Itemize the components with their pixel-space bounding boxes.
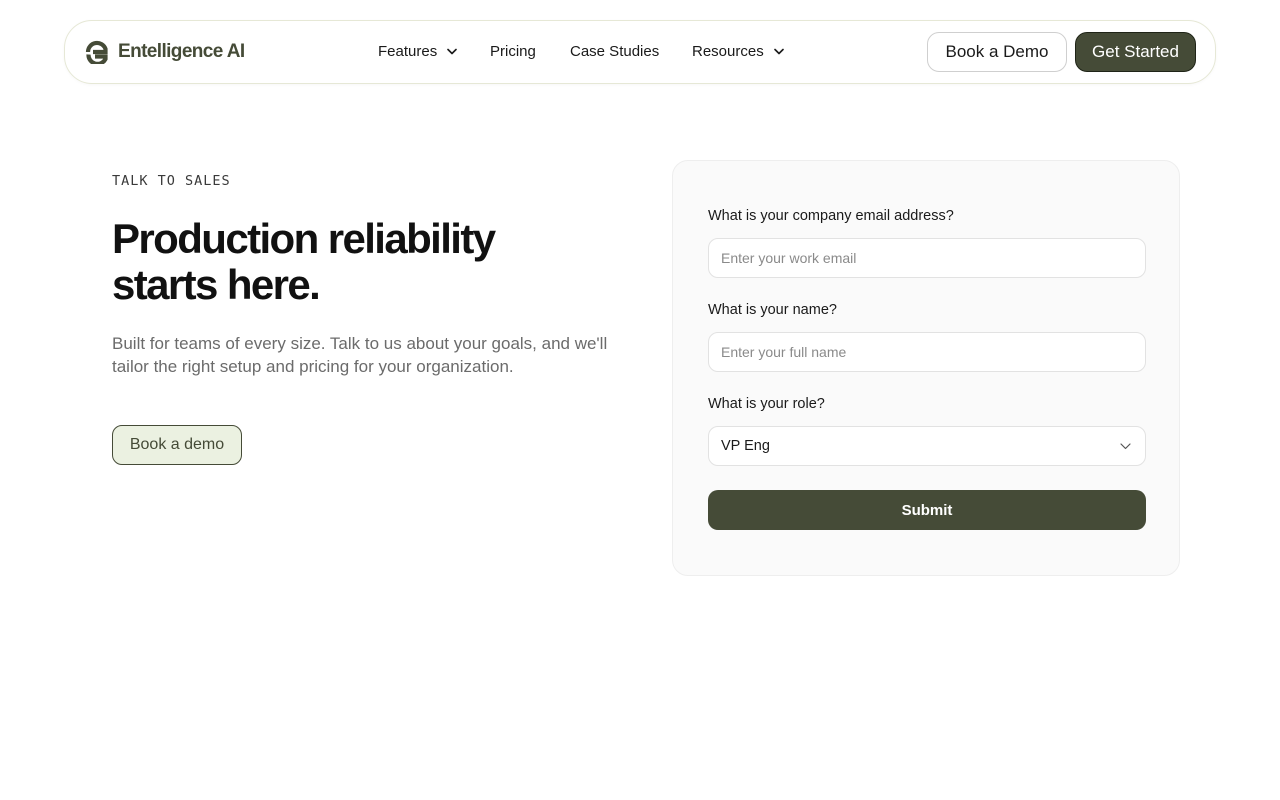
brand-logo[interactable]: Entelligence AI [85, 40, 245, 64]
nav-pricing[interactable]: Pricing [490, 43, 536, 60]
book-demo-button[interactable]: Book a Demo [927, 32, 1067, 72]
headline-line-2: starts here. [112, 261, 321, 308]
entelligence-logo-icon [85, 40, 108, 64]
nav-features[interactable]: Features [378, 43, 458, 60]
nav-pricing-label: Pricing [490, 43, 536, 60]
role-select[interactable]: VP Eng [708, 426, 1146, 466]
headline-line-1: Production reliability [112, 215, 496, 262]
sales-contact-form: What is your company email address? What… [672, 160, 1180, 576]
chevron-down-icon [447, 48, 458, 55]
nav-resources-label: Resources [692, 43, 764, 60]
nav-resources[interactable]: Resources [692, 43, 784, 60]
get-started-button[interactable]: Get Started [1075, 32, 1196, 72]
role-selected-value: VP Eng [721, 438, 770, 454]
nav-case-studies-label: Case Studies [570, 43, 660, 60]
book-a-demo-button[interactable]: Book a demo [112, 425, 242, 465]
email-label: What is your company email address? [708, 208, 954, 224]
brand-name: Entelligence AI [118, 41, 245, 62]
name-field[interactable] [708, 332, 1146, 372]
page-title: Production reliability starts here. [112, 216, 572, 308]
top-navbar: Entelligence AI Features Pricing Case St… [64, 20, 1216, 84]
submit-button[interactable]: Submit [708, 490, 1146, 530]
chevron-down-icon [773, 48, 784, 55]
nav-features-label: Features [378, 43, 438, 60]
name-label: What is your name? [708, 302, 837, 318]
nav-case-studies[interactable]: Case Studies [570, 43, 659, 60]
eyebrow-label: TALK TO SALES [112, 173, 231, 189]
chevron-down-icon [1120, 442, 1131, 449]
email-field[interactable] [708, 238, 1146, 278]
role-label: What is your role? [708, 396, 825, 412]
hero-description: Built for teams of every size. Talk to u… [112, 334, 608, 376]
